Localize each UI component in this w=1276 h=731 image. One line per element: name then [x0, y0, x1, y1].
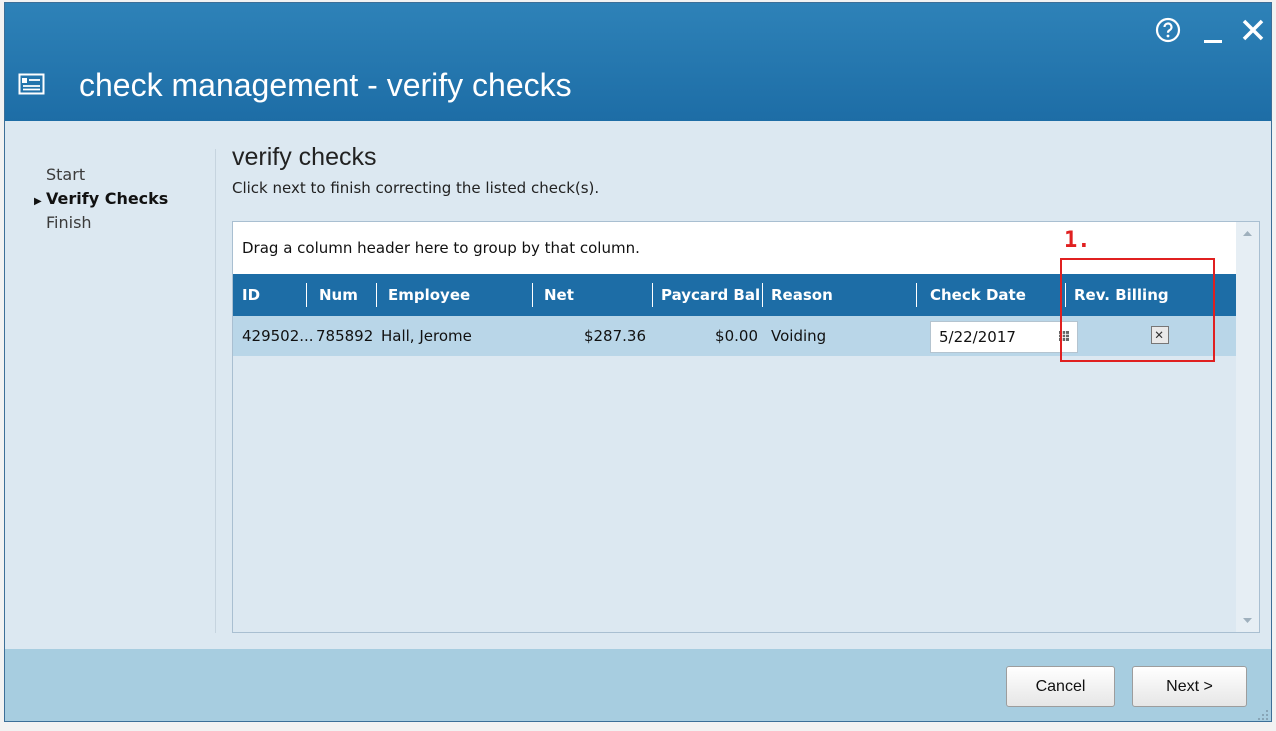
cell-employee: Hall, Jerome [381, 327, 472, 345]
column-separator[interactable] [306, 283, 307, 307]
title-bar: check management - verify checks [5, 3, 1271, 121]
cancel-button[interactable]: Cancel [1006, 666, 1115, 707]
wizard-step-label: Verify Checks [46, 189, 169, 208]
wizard-step-finish[interactable]: Finish [46, 211, 168, 235]
wizard-footer: Cancel Next > [5, 649, 1271, 721]
cell-paycard-bal: $0.00 [715, 327, 758, 345]
column-separator[interactable] [376, 283, 377, 307]
annotation-highlight-box [1060, 258, 1215, 362]
column-separator[interactable] [916, 283, 917, 307]
column-header-num[interactable]: Num [319, 274, 358, 316]
page-title: verify checks [232, 143, 377, 171]
check-date-input[interactable]: 5/22/2017 [930, 321, 1078, 353]
grid-vertical-scrollbar[interactable] [1236, 222, 1259, 632]
column-header-net[interactable]: Net [544, 274, 574, 316]
current-step-arrow-icon: ▶ [34, 196, 42, 207]
wizard-step-label: Finish [46, 213, 92, 232]
wizard-step-verify-checks[interactable]: ▶ Verify Checks [34, 187, 169, 211]
check-card-icon [18, 73, 45, 95]
column-separator[interactable] [652, 283, 653, 307]
cell-net: $287.36 [583, 327, 646, 345]
column-header-employee[interactable]: Employee [388, 274, 470, 316]
cell-reason: Voiding [771, 327, 827, 345]
cell-num: 785892 [316, 327, 374, 345]
column-separator[interactable] [762, 283, 763, 307]
wizard-step-start[interactable]: Start [46, 163, 168, 187]
next-button[interactable]: Next > [1132, 666, 1247, 707]
column-header-reason[interactable]: Reason [771, 274, 833, 316]
page-subtitle: Click next to finish correcting the list… [232, 179, 600, 197]
column-separator[interactable] [532, 283, 533, 307]
wizard-divider [215, 149, 216, 633]
annotation-label: 1. [1064, 228, 1091, 253]
column-header-check-date[interactable]: Check Date [930, 274, 1026, 316]
window-title: check management - verify checks [79, 67, 572, 103]
resize-grip-icon[interactable] [1255, 707, 1269, 721]
close-icon[interactable] [1241, 17, 1265, 43]
cell-id: 429502... [242, 327, 314, 345]
scroll-up-arrow-icon[interactable] [1236, 222, 1259, 244]
wizard-steps: Start ▶ Verify Checks Finish [34, 163, 169, 235]
scroll-down-arrow-icon[interactable] [1236, 610, 1259, 632]
column-header-paycard-bal[interactable]: Paycard Bal [661, 274, 760, 316]
help-circle-icon[interactable] [1155, 17, 1181, 43]
minimize-icon[interactable] [1203, 21, 1223, 45]
check-management-window: check management - verify checks Start ▶… [4, 2, 1272, 722]
check-date-value: 5/22/2017 [939, 328, 1016, 346]
column-header-id[interactable]: ID [242, 274, 260, 316]
wizard-step-label: Start [46, 165, 86, 184]
